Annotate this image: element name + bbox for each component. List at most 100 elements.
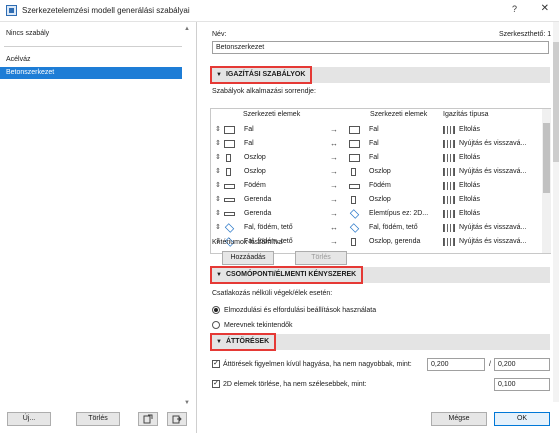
scroll-up-icon[interactable]: ▲ [184,26,190,32]
column-icon [351,196,356,204]
collapse-triangle-icon: ▼ [216,339,222,345]
list-item-no-rule[interactable]: Nincs szabály [0,28,182,40]
table-row[interactable]: ⇕ Oszlop → Fal Eltolás [211,151,541,165]
row-to: Fal [369,126,379,133]
delete-2d-elements-label: 2D elemek törlése, ha nem szélesebbek, m… [223,381,367,388]
row-to: Fal [369,140,379,147]
stretch-icon [443,238,455,246]
wall-slab-roof-icon [349,223,360,233]
cancel-button[interactable]: Mégse [431,412,487,426]
row-type: Nyújtás és visszavá... [459,238,527,245]
drag-handle-icon[interactable]: ⇕ [215,193,221,207]
drag-handle-icon[interactable]: ⇕ [215,179,221,193]
editable-value: 1 [547,31,552,38]
nodal-description: Csatlakozás nélküli végek/élek esetén: [212,290,333,297]
stretch-icon [443,168,455,176]
offset-icon [443,182,455,190]
drag-handle-icon[interactable]: ⇕ [215,165,221,179]
ok-button[interactable]: OK [494,412,550,426]
nodal-section-label: CSOMÓPONTI/ÉLMENTI KÉNYSZEREK [225,271,357,278]
row-type: Eltolás [459,196,481,203]
ignore-openings-checkbox[interactable]: ✓ [212,360,220,368]
drag-handle-icon[interactable]: ⇕ [215,137,221,151]
app-icon [6,5,17,16]
rule-settings-panel: Név: Szerkeszthető: 1 Betonszerkezet ▼ IG… [205,22,559,433]
import-icon [143,414,153,424]
table-row[interactable]: ⇕ Fal → Fal Eltolás [211,123,541,137]
opening-height-input[interactable]: 0,200 [494,358,550,371]
wall-icon [224,140,235,148]
close-button[interactable]: ✕ [541,3,549,14]
openings-section-label: ÁTTÖRÉSEK [225,338,270,345]
name-label: Név: [212,31,227,38]
row-type: Eltolás [459,126,481,133]
offset-icon [443,210,455,218]
editable-label-text: Szerkeszthető: [499,31,546,38]
stretch-icon [443,140,455,148]
arrow-icon: → [330,167,338,176]
drag-handle-icon[interactable]: ⇕ [215,221,221,235]
alignment-section-title[interactable]: ▼ IGAZÍTÁSI SZABÁLYOK [210,66,313,84]
arrow-icon: → [330,153,338,162]
radio-rigid[interactable] [212,321,220,329]
nodal-section-header[interactable]: ▼ CSOMÓPONTI/ÉLMENTI KÉNYSZEREK [210,266,550,284]
arrow-icon: → [330,195,338,204]
table-row[interactable]: ⇕ Fal ↔ Fal Nyújtás és visszavá... [211,137,541,151]
table-row[interactable]: ⇕ Födém → Födém Eltolás [211,179,541,193]
drag-handle-icon[interactable]: ⇕ [215,207,221,221]
table-row[interactable]: ⇕ Fal, födém, tető ↔ Fal, födém, tető Ny… [211,221,541,235]
table-row[interactable]: ⇕ Gerenda → Oszlop Eltolás [211,193,541,207]
settings-scrollbar[interactable] [553,22,559,402]
list-divider [4,46,182,47]
list-scrollbar[interactable]: ▲ ▼ [184,26,192,406]
openings-section-title[interactable]: ▼ ÁTTÖRÉSEK [210,333,277,351]
import-button[interactable] [138,412,158,426]
row-to: Fal, födém, tető [369,224,418,231]
new-button[interactable]: Új... [7,412,51,426]
alignment-rules-table[interactable]: Szerkezeti elemek Szerkezeti elemek Igaz… [210,108,551,254]
openings-section-header[interactable]: ▼ ÁTTÖRÉSEK [210,333,550,351]
offset-icon [443,196,455,204]
column-icon [226,154,231,162]
arrow-icon: ↔ [330,223,338,232]
order-label: Szabályok alkalmazási sorrendje: [212,88,316,95]
name-input[interactable]: Betonszerkezet [212,41,549,54]
export-button[interactable] [167,412,187,426]
drag-handle-icon[interactable]: ⇕ [215,151,221,165]
nodal-section-title[interactable]: ▼ CSOMÓPONTI/ÉLMENTI KÉNYSZEREK [210,266,364,284]
opening-width-input[interactable]: 0,200 [427,358,485,371]
wall-icon [349,126,360,134]
offset-icon [443,126,455,134]
help-button[interactable]: ? [512,4,517,14]
element-width-input[interactable]: 0,100 [494,378,550,391]
criteria-delete-button[interactable]: Törlés [295,251,347,265]
wall-icon [224,126,235,134]
column-header-type: Igazítás típusa [443,111,489,118]
arrow-icon: → [330,209,338,218]
arrow-icon: → [330,181,338,190]
table-row[interactable]: ⇕ Oszlop → Oszlop Nyújtás és visszavá... [211,165,541,179]
list-item-concrete[interactable]: Betonszerkezet [0,67,182,79]
beam-icon [224,212,235,216]
row-type: Eltolás [459,210,481,217]
table-row[interactable]: ⇕ Gerenda → Elemtípus ez: 2D... Eltolás [211,207,541,221]
row-from: Fal [244,140,254,147]
settings-scrollbar-thumb[interactable] [553,42,559,162]
delete-2d-elements-checkbox[interactable]: ✓ [212,380,220,388]
drag-handle-icon[interactable]: ⇕ [215,123,221,137]
size-separator: / [489,361,491,368]
row-type: Nyújtás és visszavá... [459,140,527,147]
row-to: Oszlop [369,196,391,203]
list-item-steel-frame[interactable]: Acélváz [0,54,182,66]
radio-release-settings[interactable] [212,306,220,314]
alignment-section-header[interactable]: ▼ IGAZÍTÁSI SZABÁLYOK [210,66,550,84]
column-header-from: Szerkezeti elemek [243,111,301,118]
row-from: Fal [244,126,254,133]
table-scrollbar[interactable] [542,109,551,253]
add-button[interactable]: Hozzáadás [222,251,274,265]
row-type: Eltolás [459,182,481,189]
row-type: Nyújtás és visszavá... [459,224,527,231]
row-type: Eltolás [459,154,481,161]
table-scrollbar-thumb[interactable] [543,123,550,193]
delete-button[interactable]: Törlés [76,412,120,426]
